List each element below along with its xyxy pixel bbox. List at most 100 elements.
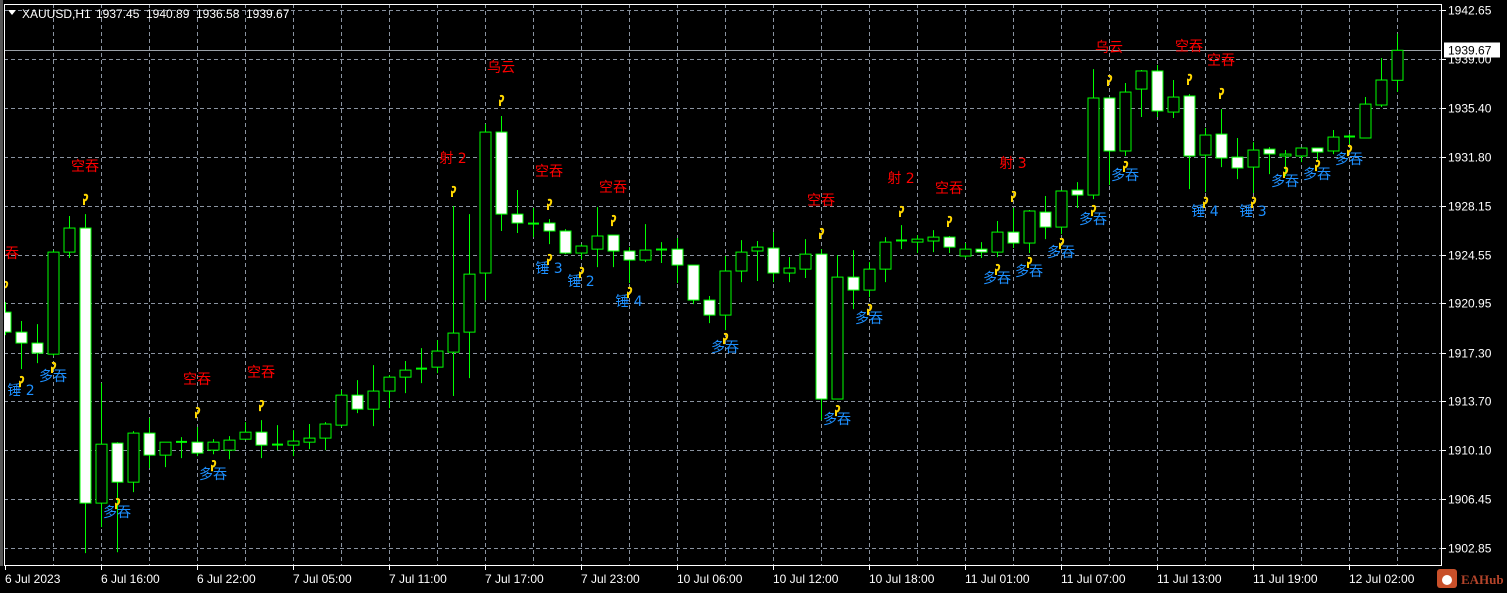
candle-body-bull — [447, 332, 460, 353]
candle-body-bull — [47, 251, 60, 355]
signal-label: 空吞 — [183, 372, 211, 388]
candle-body-bear — [943, 236, 956, 248]
candle-body-bull — [303, 437, 316, 443]
price-tick-label: 1935.40 — [1448, 102, 1492, 116]
signal-label: 空吞 — [535, 164, 563, 180]
candle-body-bear — [767, 247, 780, 274]
candle-body-bull — [63, 227, 76, 253]
ohlc-open: 1937.45 — [96, 7, 140, 21]
candle-body-bull — [1327, 136, 1340, 152]
candle-body-bull — [1375, 79, 1388, 106]
candle-body-bull — [735, 251, 748, 272]
time-tick-label: 10 Jul 12:00 — [773, 572, 839, 586]
signal-label: 空吞 — [807, 193, 835, 209]
time-tick-label: 11 Jul 19:00 — [1253, 572, 1318, 586]
chart-header[interactable]: XAUUSD,H1 1937.45 1940.89 1936.58 1939.6… — [8, 7, 290, 21]
time-tick-label: 6 Jul 2023 — [5, 572, 61, 586]
candle-body-bull — [911, 238, 924, 243]
candle-body-bull — [751, 246, 764, 252]
candle-body-bull — [831, 276, 844, 400]
candle-body-bear — [815, 253, 828, 400]
candle-body-bull — [799, 253, 812, 270]
candle-body-bear — [1231, 156, 1244, 169]
signal-label: 空吞 — [1207, 53, 1235, 69]
candle-body-bear — [31, 342, 44, 354]
candle-body-bear — [111, 442, 124, 483]
candle-body-bull — [1087, 97, 1100, 196]
time-tick-label: 11 Jul 07:00 — [1061, 572, 1126, 586]
candle-body-bear — [1071, 189, 1084, 196]
candle-body-bull — [879, 241, 892, 270]
candle-body-bull — [287, 440, 300, 446]
candle-body-bull — [1023, 210, 1036, 244]
candle-body-bear — [255, 431, 268, 446]
candle — [815, 249, 828, 421]
candle-body-bear — [1151, 70, 1164, 112]
time-tick-label: 11 Jul 13:00 — [1157, 572, 1222, 586]
candle-body-bull — [991, 231, 1004, 253]
candle-body-bear — [543, 222, 556, 232]
signal-label: 空吞 — [71, 159, 99, 175]
candle-body-bull — [239, 431, 252, 440]
time-tick-label: 6 Jul 22:00 — [197, 572, 256, 586]
candle — [687, 264, 700, 305]
price-chart[interactable]: 空吞锤 2多吞空吞多吞空吞多吞空吞射 2乌云空吞锤 3锤 2空吞锤 4多吞空吞多… — [0, 0, 1507, 593]
signal-label: 锤 4 — [1191, 204, 1218, 220]
time-tick-label: 7 Jul 17:00 — [485, 572, 544, 586]
current-price-value: 1939.67 — [1448, 44, 1492, 58]
candle — [559, 229, 572, 255]
signal-label: 空吞 — [1175, 39, 1203, 55]
candle-body-bull — [1247, 149, 1260, 168]
current-price-tag: 1939.67 — [1444, 42, 1500, 58]
signal-label: 空吞 — [247, 365, 275, 381]
candle-body-bull — [1199, 134, 1212, 156]
candle-body-bear — [975, 248, 988, 253]
candle — [495, 115, 508, 232]
signal-label: 空吞 — [599, 180, 627, 196]
candle-body-bear — [687, 264, 700, 301]
candle-body-bull — [223, 439, 236, 451]
candle-body-bear — [351, 394, 364, 410]
candle-body-bull — [959, 248, 972, 257]
time-tick-label: 12 Jul 02:00 — [1349, 572, 1415, 586]
eahub-logo: EAHub — [1437, 569, 1504, 588]
candle-body-bear — [1039, 211, 1052, 228]
candle-body-bull — [399, 369, 412, 378]
candle-body-bull — [319, 423, 332, 439]
candle-body-bull — [1055, 190, 1068, 228]
candle-body-bear — [703, 299, 716, 316]
price-tick-label: 1928.15 — [1448, 200, 1492, 214]
candle — [1119, 82, 1132, 156]
candle-body-bear — [1103, 97, 1116, 152]
candle-body-bear — [1215, 133, 1228, 159]
candle — [1151, 65, 1164, 118]
ohlc-close: 1939.67 — [246, 7, 290, 21]
candle-body-bear — [1007, 231, 1020, 244]
candle-body-bull — [1391, 49, 1404, 81]
ohlc-high: 1940.89 — [146, 7, 190, 21]
signal-label: 射 3 — [999, 156, 1026, 172]
candle-body-bull — [927, 236, 940, 242]
price-tick-label: 1924.55 — [1448, 249, 1492, 263]
candle-body-bull — [1359, 103, 1372, 139]
candle-body-bear — [1183, 95, 1196, 157]
candle — [79, 214, 92, 554]
candle-body-bull — [1135, 70, 1148, 90]
price-tick-label: 1920.95 — [1448, 297, 1492, 311]
candle-body-bull — [1167, 96, 1180, 113]
candle-body-bear — [495, 131, 508, 215]
candle-body-bull — [575, 245, 588, 254]
candle-body-bull — [639, 249, 652, 261]
chart-background — [0, 0, 1507, 593]
ohlc-low: 1936.58 — [196, 7, 240, 21]
candle — [47, 250, 60, 357]
left-edge-strip — [0, 0, 3, 566]
time-tick-label: 10 Jul 06:00 — [677, 572, 743, 586]
price-tick-label: 1906.45 — [1448, 493, 1492, 507]
candle-body-bear — [1263, 148, 1276, 155]
candle-body-bull — [1295, 147, 1308, 157]
signal-label: 射 2 — [439, 151, 466, 167]
price-tick-label: 1931.80 — [1448, 151, 1492, 165]
candle-body-bull — [479, 131, 492, 274]
candle-body-bear — [15, 331, 28, 344]
